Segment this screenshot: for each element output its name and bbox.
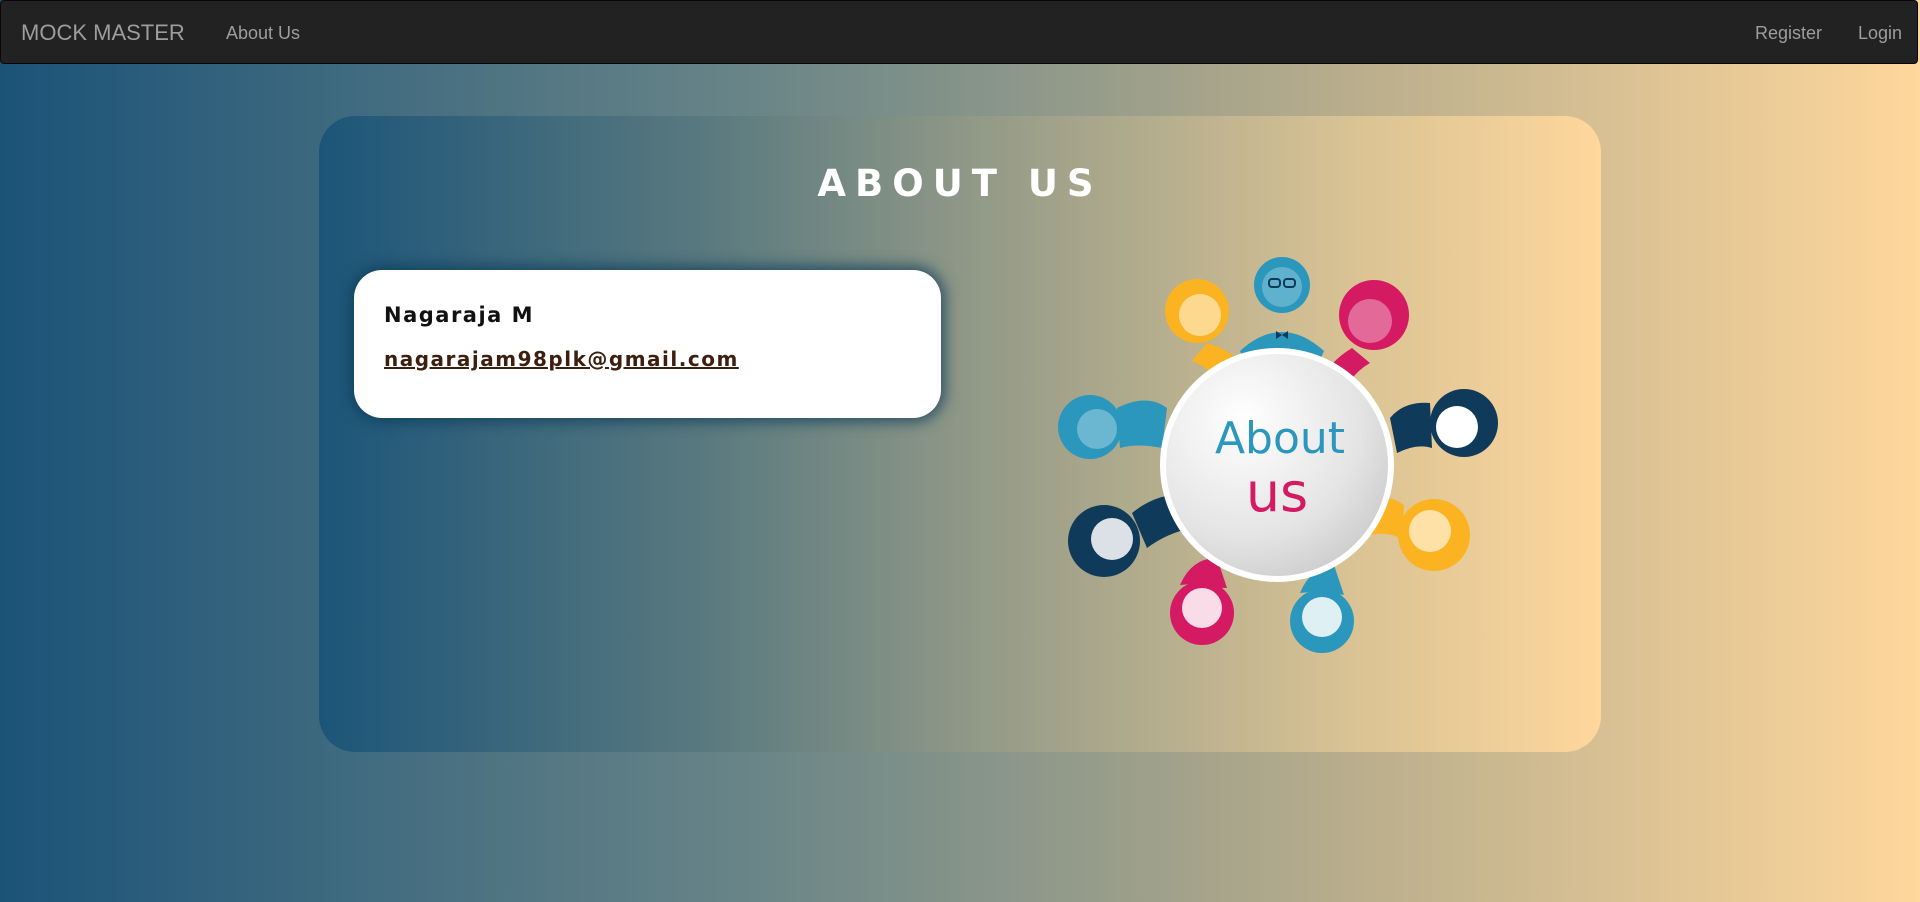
- illustration-about-text: About: [1215, 413, 1345, 464]
- nav-login-link[interactable]: Login: [1858, 23, 1902, 44]
- about-panel: ABOUT US Nagaraja M nagarajam98plk@gmail…: [319, 116, 1601, 752]
- person-left-icon: [1058, 395, 1167, 459]
- contact-name: Nagaraja M: [384, 303, 535, 327]
- nav-about-us-link[interactable]: About Us: [226, 23, 300, 44]
- illustration-us-text: us: [1246, 461, 1308, 524]
- person-bottom-icon: [1170, 558, 1234, 645]
- navbar: MOCK MASTER About Us Register Login: [0, 0, 1918, 64]
- contact-card: Nagaraja M nagarajam98plk@gmail.com: [354, 270, 941, 418]
- nav-register-link[interactable]: Register: [1755, 23, 1822, 44]
- brand-link[interactable]: MOCK MASTER: [21, 20, 185, 46]
- about-us-illustration: About us: [1058, 257, 1498, 653]
- page-title: ABOUT US: [817, 162, 1103, 205]
- contact-email-link[interactable]: nagarajam98plk@gmail.com: [384, 347, 739, 371]
- person-right-icon: [1390, 389, 1498, 457]
